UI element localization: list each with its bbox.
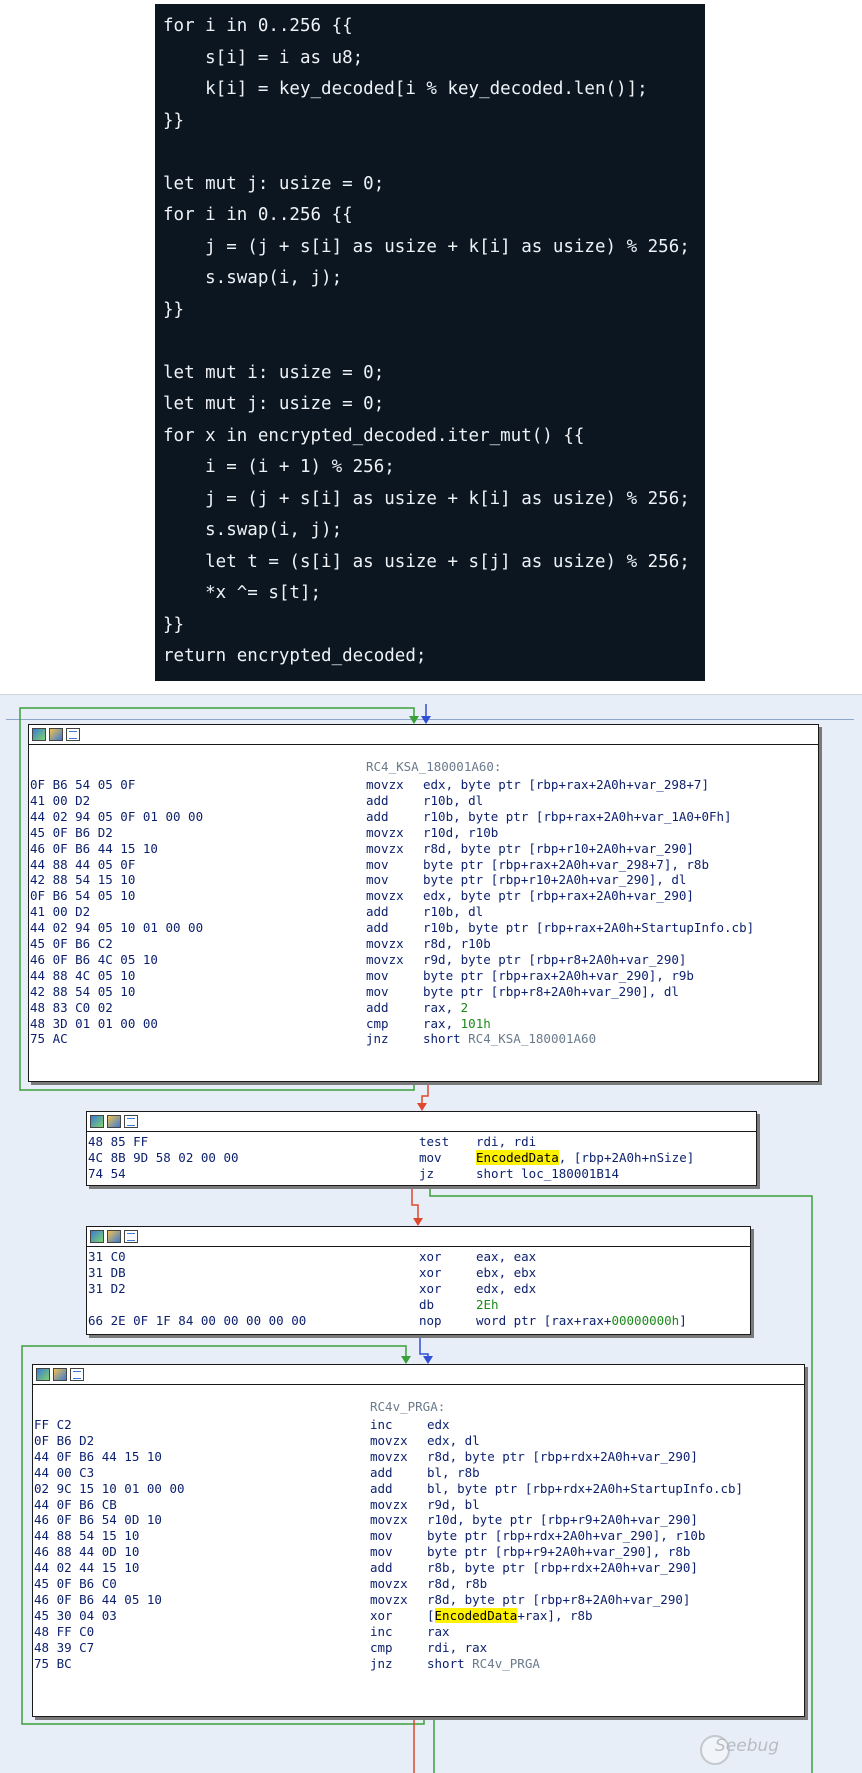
list-view-icon[interactable] (124, 1230, 138, 1243)
mnemonic[interactable]: nop (419, 1312, 442, 1330)
operand-text: r9d, byte ptr [rbp+r8+2A0h+var_290] (423, 951, 687, 967)
operand-text: r8d, r8b (427, 1576, 488, 1591)
test-block[interactable]: 48 85 FF test rdi, rdi 4C 8B 9D 58 02 00 00… (86, 1111, 757, 1186)
operand-text: short (423, 1031, 469, 1047)
jump-target: RC4v_PRGA (472, 1655, 540, 1671)
edge-test-false-arrow (413, 1218, 423, 1226)
operand-number: 2 (460, 999, 469, 1015)
operands[interactable]: short loc_180001B14 (476, 1165, 619, 1183)
operand-text: edx, edx (476, 1280, 537, 1296)
operand-text: byte ptr [rbp+rdx+2A0h+var_290], r10b (427, 1528, 706, 1544)
operand-text: [ (427, 1607, 435, 1623)
operand-text: bl, r8b (427, 1464, 480, 1480)
opcode-bytes: 75 AC (30, 1031, 68, 1047)
operand-text: r10d, byte ptr [rbp+r9+2A0h+var_290] (427, 1512, 698, 1528)
operand-text: +rax], r8b (517, 1607, 593, 1623)
operand-text: r10d, r10b (423, 824, 499, 840)
edit-block-icon[interactable] (49, 728, 63, 741)
code-label[interactable]: RC4_KSA_180001A60: (366, 758, 501, 776)
mnemonic[interactable]: jnz (366, 1030, 389, 1048)
edge-xor-prga-arrow (423, 1356, 433, 1364)
operand-text: rax, (423, 999, 461, 1015)
edge-prga-loop-arrow (401, 1356, 411, 1364)
operand-text: r8b, byte ptr [rbp+rdx+2A0h+var_290] (427, 1560, 698, 1576)
operand-text: r8d, byte ptr [rbp+r8+2A0h+var_290] (427, 1591, 691, 1607)
mnemonic[interactable]: jz (419, 1165, 434, 1183)
operand-text: r10b, byte ptr [rbp+rax+2A0h+StartupInfo… (423, 920, 755, 936)
operand-text: eax, eax (476, 1249, 537, 1264)
graph-color-icon[interactable] (32, 728, 46, 741)
operands[interactable]: word ptr [rax+rax+00000000h] (476, 1312, 687, 1330)
operand-text: byte ptr [rbp+rax+2A0h+var_290], r9b (423, 967, 694, 983)
opcode-bytes: 75 BC (34, 1655, 72, 1671)
operand-text: bl, byte ptr [rbp+rdx+2A0h+StartupInfo.c… (427, 1480, 744, 1496)
operand-text: edx, byte ptr [rbp+rax+2A0h+var_290] (423, 888, 694, 904)
list-view-icon[interactable] (70, 1368, 84, 1381)
operand-text: edx, byte ptr [rbp+rax+2A0h+var_298+7] (423, 777, 709, 792)
operand-text: r10b, byte ptr [rbp+rax+2A0h+var_1A0+0Fh… (423, 808, 732, 824)
operand-text: byte ptr [rbp+rax+2A0h+var_298+7], r8b (423, 856, 709, 872)
edit-block-icon[interactable] (107, 1115, 121, 1128)
operand-number: 00000000h (611, 1312, 680, 1328)
list-view-icon[interactable] (124, 1115, 138, 1128)
operand-text: byte ptr [rbp+r8+2A0h+var_290], dl (423, 983, 679, 999)
operand-text: word ptr [rax+rax+ (476, 1312, 612, 1328)
graph-color-icon[interactable] (90, 1230, 104, 1243)
highlighted-symbol: EncodedData (434, 1607, 518, 1623)
list-view-icon[interactable] (66, 728, 80, 741)
opcode-bytes: 66 2E 0F 1F 84 00 00 00 00 00 (88, 1312, 307, 1328)
operand-text: byte ptr [rbp+r10+2A0h+var_290], dl (423, 872, 687, 888)
graph-color-icon[interactable] (90, 1115, 104, 1128)
opcode-bytes: 31 D2 (88, 1280, 126, 1296)
operand-text: ] (679, 1312, 687, 1328)
operand-text: r10b, dl (423, 904, 484, 920)
edge-entry-arrow (421, 716, 431, 724)
operand-text: r10b, dl (423, 792, 484, 808)
operand-number: 2Eh (476, 1296, 499, 1312)
block-header (87, 1112, 756, 1132)
xor-block[interactable]: 31 C0 xor eax, eax 31 DB xor ebx, ebx 31 D2 xor… (86, 1226, 751, 1335)
ksa-block[interactable]: RC4_KSA_180001A60: 0F B6 54 05 0F movzx edx… (28, 724, 819, 1082)
operand-text: short (427, 1655, 473, 1671)
block-header (33, 1365, 804, 1385)
block-header (87, 1227, 750, 1247)
operand-text: r8d, r10b (423, 936, 491, 951)
operands[interactable]: [EncodedData+rax], r8b (427, 1607, 593, 1625)
operand-text: byte ptr [rbp+r9+2A0h+var_290], r8b (427, 1544, 691, 1560)
operand-text: r8d, byte ptr [rbp+rdx+2A0h+var_290] (427, 1448, 698, 1464)
edit-block-icon[interactable] (53, 1368, 67, 1381)
operand-text: rdi, rax (427, 1639, 488, 1655)
operand-text: edx (427, 1417, 450, 1432)
highlighted-symbol: EncodedData (476, 1149, 559, 1165)
edit-block-icon[interactable] (107, 1230, 121, 1243)
operands[interactable]: short RC4_KSA_180001A60 (423, 1030, 596, 1048)
operand-text: r9d, bl (427, 1496, 480, 1512)
watermark: Seebug (715, 1736, 780, 1756)
operand-text: rax, (423, 1015, 461, 1031)
operand-text: short loc_180001B14 (476, 1165, 619, 1181)
operand-text: , [rbp+2A0h+nSize] (558, 1149, 695, 1165)
operand-text: ebx, ebx (476, 1264, 537, 1280)
operand-text: rdi, rdi (476, 1134, 537, 1149)
operand-text: r8d, byte ptr [rbp+r10+2A0h+var_290] (423, 840, 694, 856)
code-label[interactable]: RC4v_PRGA: (370, 1398, 445, 1416)
block-header (29, 725, 818, 745)
jump-target: RC4_KSA_180001A60 (468, 1031, 597, 1047)
opcode-bytes: 74 54 (88, 1165, 126, 1181)
edge-ksa-exit-arrow (417, 1103, 427, 1111)
operand-number: 101h (460, 1015, 491, 1031)
prga-block[interactable]: RC4v_PRGA: FF C2 inc edx 0F B6 D2 movzx edx, d… (32, 1364, 805, 1717)
operand-text: rax (427, 1623, 450, 1639)
edge-ksa-loop-arrow (409, 716, 419, 724)
operands[interactable]: short RC4v_PRGA (427, 1655, 540, 1673)
mnemonic[interactable]: jnz (370, 1655, 393, 1673)
operand-text: edx, dl (427, 1432, 480, 1448)
graph-color-icon[interactable] (36, 1368, 50, 1381)
